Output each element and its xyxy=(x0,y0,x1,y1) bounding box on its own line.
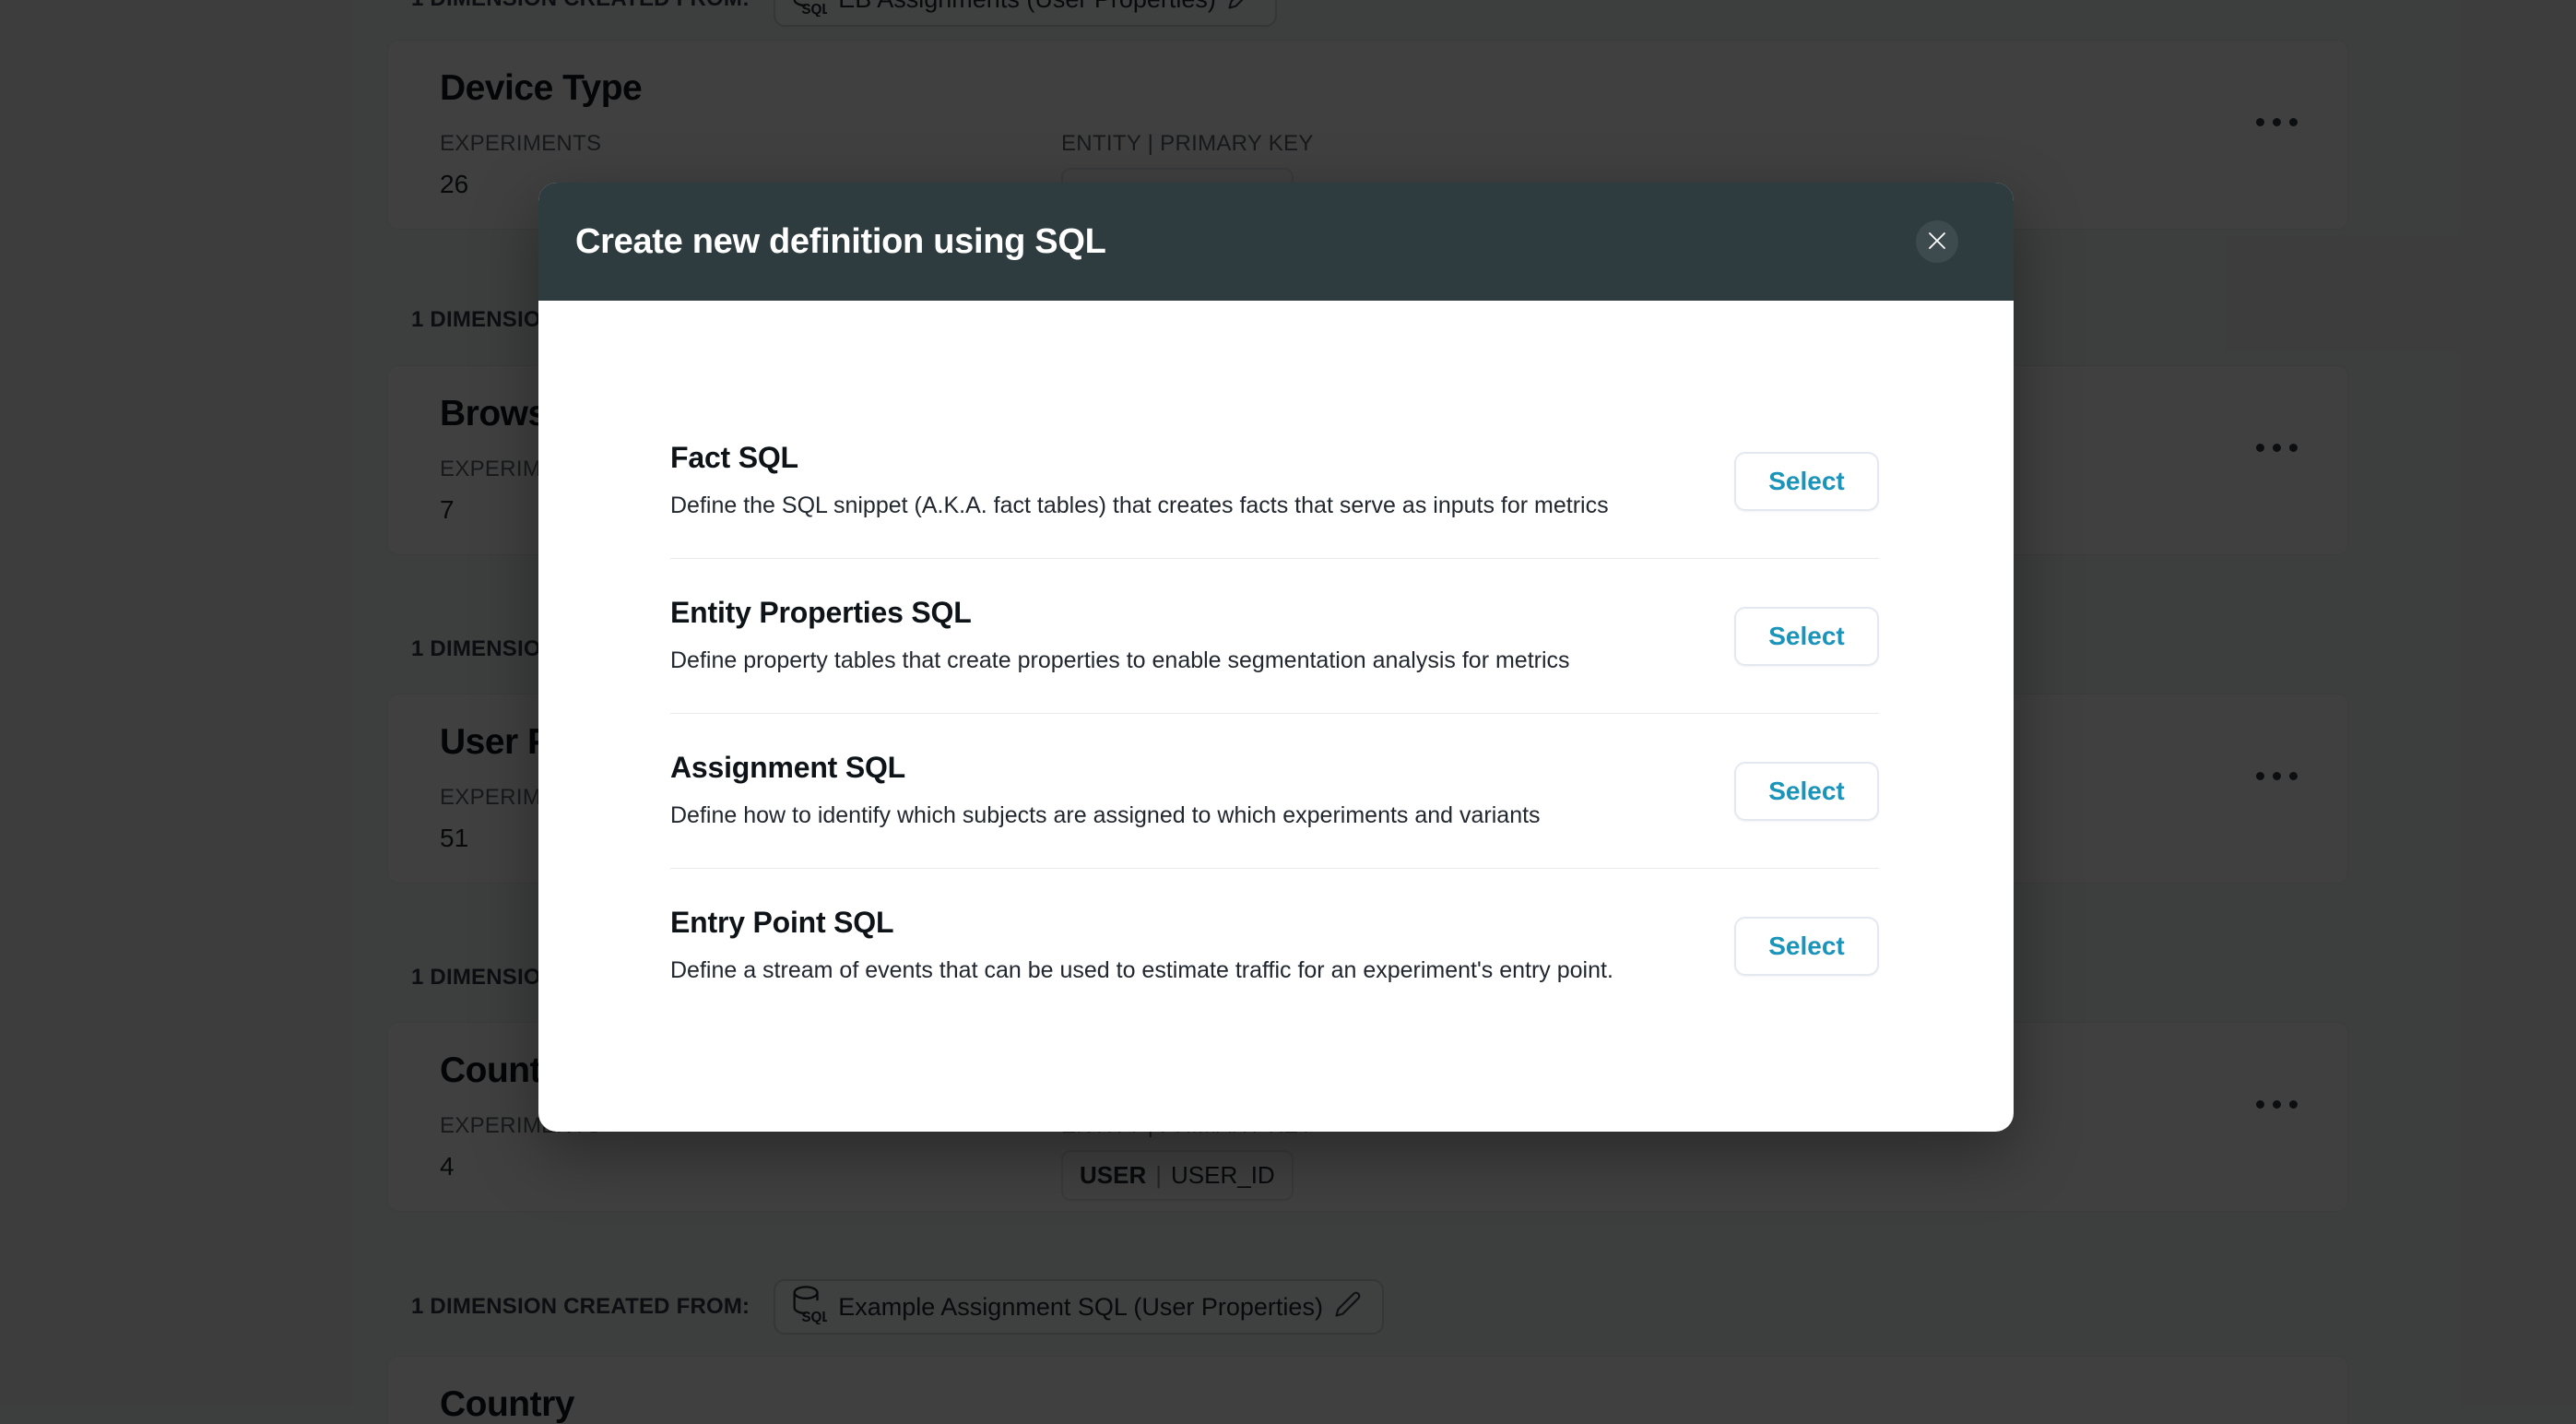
option-row-fact-sql: Fact SQL Define the SQL snippet (A.K.A. … xyxy=(670,404,1879,558)
option-title: Fact SQL xyxy=(670,441,1609,475)
option-title: Assignment SQL xyxy=(670,751,1541,785)
modal-body: Fact SQL Define the SQL snippet (A.K.A. … xyxy=(538,301,2014,1023)
option-description: Define property tables that create prope… xyxy=(670,645,1570,676)
option-title: Entry Point SQL xyxy=(670,906,1613,940)
close-button[interactable] xyxy=(1916,220,1958,263)
option-description: Define a stream of events that can be us… xyxy=(670,955,1613,986)
option-row-assignment-sql: Assignment SQL Define how to identify wh… xyxy=(670,713,1879,868)
modal-header: Create new definition using SQL xyxy=(538,183,2014,301)
select-assignment-sql-button[interactable]: Select xyxy=(1734,762,1879,821)
option-row-entity-properties-sql: Entity Properties SQL Define property ta… xyxy=(670,558,1879,713)
select-fact-sql-button[interactable]: Select xyxy=(1734,452,1879,511)
select-entry-point-sql-button[interactable]: Select xyxy=(1734,917,1879,976)
option-description: Define the SQL snippet (A.K.A. fact tabl… xyxy=(670,490,1609,521)
select-entity-properties-sql-button[interactable]: Select xyxy=(1734,607,1879,666)
modal-title: Create new definition using SQL xyxy=(575,222,1106,262)
option-title: Entity Properties SQL xyxy=(670,596,1570,630)
close-icon xyxy=(1925,229,1949,255)
create-definition-modal: Create new definition using SQL Fact SQL… xyxy=(538,183,2014,1132)
option-description: Define how to identify which subjects ar… xyxy=(670,800,1541,831)
option-row-entry-point-sql: Entry Point SQL Define a stream of event… xyxy=(670,868,1879,1023)
